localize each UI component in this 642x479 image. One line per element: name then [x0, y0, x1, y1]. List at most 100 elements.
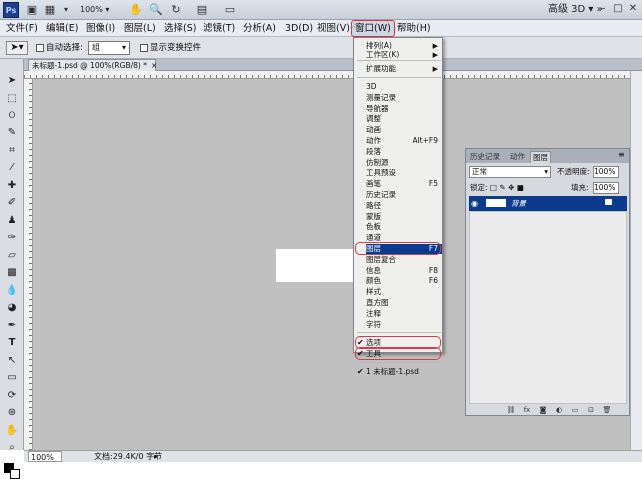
menu-help[interactable]: 帮助(H) [397, 22, 431, 36]
menu-image[interactable]: 图像(I) [86, 22, 115, 36]
menu-filter[interactable]: 滤镜(T) [203, 22, 235, 36]
document-tab[interactable]: 未标题-1.psd @ 100%(RGB/8) * × [28, 59, 157, 71]
window-menu-panel-item-2[interactable]: 测量记录 [366, 93, 442, 103]
pen-tool-icon[interactable]: ✒ [5, 319, 19, 333]
eyedropper-tool-icon[interactable]: ⁄ [5, 161, 19, 175]
gradient-tool-icon[interactable]: ▩ [5, 266, 19, 280]
3d-orbit-tool-icon[interactable]: ⊛ [5, 406, 19, 420]
window-menu-panel-item-11[interactable]: 历史记录 [366, 190, 442, 200]
history-brush-tool-icon[interactable]: ✑ [5, 231, 19, 245]
hand-tool-icon[interactable]: ✋ [128, 2, 144, 18]
crop-tool-icon[interactable]: ⌗ [5, 144, 19, 158]
tab-layers[interactable]: 图层 [530, 151, 551, 163]
type-tool-icon[interactable]: T [5, 336, 19, 350]
background-color-swatch[interactable] [10, 469, 20, 479]
window-menu-panel-item-6[interactable]: 动作 Alt+F9 [366, 136, 442, 146]
clone-stamp-tool-icon[interactable]: ♟ [5, 214, 19, 228]
auto-select-option[interactable]: 自动选择: [36, 41, 83, 55]
window-menu-panel-item-21[interactable]: 直方图 [366, 298, 442, 308]
layer-row-background[interactable]: ◉ 背景 [469, 196, 627, 211]
window-menu-panel-item-22[interactable]: 注释 [366, 309, 442, 319]
view-extras-dropdown-icon[interactable]: ▾ [58, 2, 74, 18]
eraser-tool-icon[interactable]: ▱ [5, 249, 19, 263]
window-menu-panel-item-19[interactable]: 颜色 F6 [366, 276, 442, 286]
workspace-switcher[interactable]: 高级 3D ▾ » [548, 3, 603, 17]
zoom-level-dropdown[interactable]: 100% ▾ [80, 3, 118, 17]
hand-tool-icon-2[interactable]: ✋ [5, 424, 19, 438]
new-layer-icon[interactable]: ⊡ [586, 405, 596, 415]
show-transform-checkbox[interactable] [140, 43, 148, 52]
dodge-tool-icon[interactable]: ◕ [5, 301, 19, 315]
new-group-icon[interactable]: ▭ [570, 405, 580, 415]
delete-layer-icon[interactable]: 🗑 [602, 405, 612, 415]
bridge-icon[interactable]: ▣ [24, 2, 40, 18]
window-menu-panel-item-4[interactable]: 调整 [366, 114, 442, 124]
layer-style-icon[interactable]: fx [522, 405, 532, 415]
menu-view[interactable]: 视图(V) [317, 22, 350, 36]
window-menu-panel-item-10[interactable]: 画笔 F5 [366, 179, 442, 189]
window-menu-panel-item-13[interactable]: 蒙版 [366, 212, 442, 222]
menu-edit[interactable]: 编辑(E) [46, 22, 78, 36]
menu-analysis[interactable]: 分析(A) [243, 22, 276, 36]
status-zoom-field[interactable]: 100% [28, 451, 62, 462]
window-menu-panel-item-20[interactable]: 样式 [366, 287, 442, 297]
screen-mode-icon[interactable]: ▭ [222, 2, 238, 18]
document-canvas[interactable] [276, 249, 356, 282]
window-menu-panel-item-17[interactable]: 图层复合 [366, 255, 442, 265]
menu-layer[interactable]: 图层(L) [124, 22, 156, 36]
lasso-tool-icon[interactable]: ଠ [5, 109, 19, 123]
mini-bridge-icon[interactable]: ▦ [42, 2, 58, 18]
3d-rotate-tool-icon[interactable]: ⟳ [5, 389, 19, 403]
rotate-view-icon[interactable]: ↻ [168, 2, 184, 18]
window-menu-panel-item-5[interactable]: 动画 [366, 125, 442, 135]
fill-field[interactable]: 100% [593, 182, 619, 194]
tab-history[interactable]: 历史记录 [468, 151, 502, 163]
auto-select-target-dropdown[interactable]: 组 ▾ [88, 41, 130, 55]
panel-menu-icon[interactable]: ≡ [618, 150, 625, 159]
adjustment-layer-icon[interactable]: ◐ [554, 405, 564, 415]
zoom-tool-icon-2[interactable]: ⌕ [5, 441, 19, 455]
window-menu-top-item-1[interactable]: 工作区(K) ▶ [366, 50, 442, 60]
window-menu-panel-item-9[interactable]: 工具预设 [366, 168, 442, 178]
tool-preset-picker[interactable]: ➤▾ [6, 41, 28, 55]
show-transform-option[interactable]: 显示变换控件 [140, 41, 201, 55]
window-menu-panel-item-1[interactable]: 3D [366, 82, 442, 92]
window-menu-panel-item-8[interactable]: 仿制源 [366, 158, 442, 168]
window-menu-panel-item-3[interactable]: 导航器 [366, 104, 442, 114]
arrange-documents-icon[interactable]: ▤ [194, 2, 210, 18]
eye-icon[interactable]: ◉ [471, 197, 481, 210]
menu-select[interactable]: 选择(S) [164, 22, 196, 36]
menu-file[interactable]: 文件(F) [6, 22, 38, 36]
lock-pixels-icon[interactable]: ✎ [499, 183, 505, 192]
quick-select-tool-icon[interactable]: ✎ [5, 126, 19, 140]
vertical-scrollbar[interactable] [630, 71, 642, 450]
healing-brush-tool-icon[interactable]: ✚ [5, 179, 19, 193]
blend-mode-dropdown[interactable]: 正常 ▾ [469, 166, 551, 178]
opacity-field[interactable]: 100% [593, 166, 619, 178]
minimize-icon[interactable]: – [596, 2, 610, 16]
maximize-icon[interactable]: □ [611, 2, 625, 16]
window-menu-document-item[interactable]: ✔ 1 未标题-1.psd [357, 367, 442, 377]
tab-actions[interactable]: 动作 [508, 151, 527, 163]
window-menu-panel-item-7[interactable]: 段落 [366, 147, 442, 157]
window-menu-panel-item-18[interactable]: 信息 F8 [366, 266, 442, 276]
window-menu-panel-item-14[interactable]: 色板 [366, 222, 442, 232]
window-menu-panel-item-12[interactable]: 路径 [366, 201, 442, 211]
zoom-tool-icon[interactable]: 🔍 [148, 2, 164, 18]
close-tab-icon[interactable]: × [151, 61, 157, 70]
close-icon[interactable]: ✕ [626, 2, 640, 16]
menu-3d[interactable]: 3D(D) [285, 22, 313, 36]
link-layers-icon[interactable]: ⛓ [506, 405, 516, 415]
path-selection-tool-icon[interactable]: ↖ [5, 354, 19, 368]
move-tool-icon[interactable]: ➤ [5, 74, 19, 88]
marquee-tool-icon[interactable]: ⬚ [5, 92, 19, 106]
status-arrow-icon[interactable]: ▸ [154, 451, 158, 462]
add-mask-icon[interactable]: ◙ [538, 405, 548, 415]
shape-tool-icon[interactable]: ▭ [5, 371, 19, 385]
lock-position-icon[interactable]: ✥ [508, 183, 514, 192]
window-menu-panel-item-23[interactable]: 字符 [366, 320, 442, 330]
blur-tool-icon[interactable]: 💧 [5, 284, 19, 298]
brush-tool-icon[interactable]: ✐ [5, 196, 19, 210]
auto-select-checkbox[interactable] [36, 43, 44, 52]
window-menu-top-item-2[interactable]: 扩展功能 ▶ [366, 64, 442, 74]
